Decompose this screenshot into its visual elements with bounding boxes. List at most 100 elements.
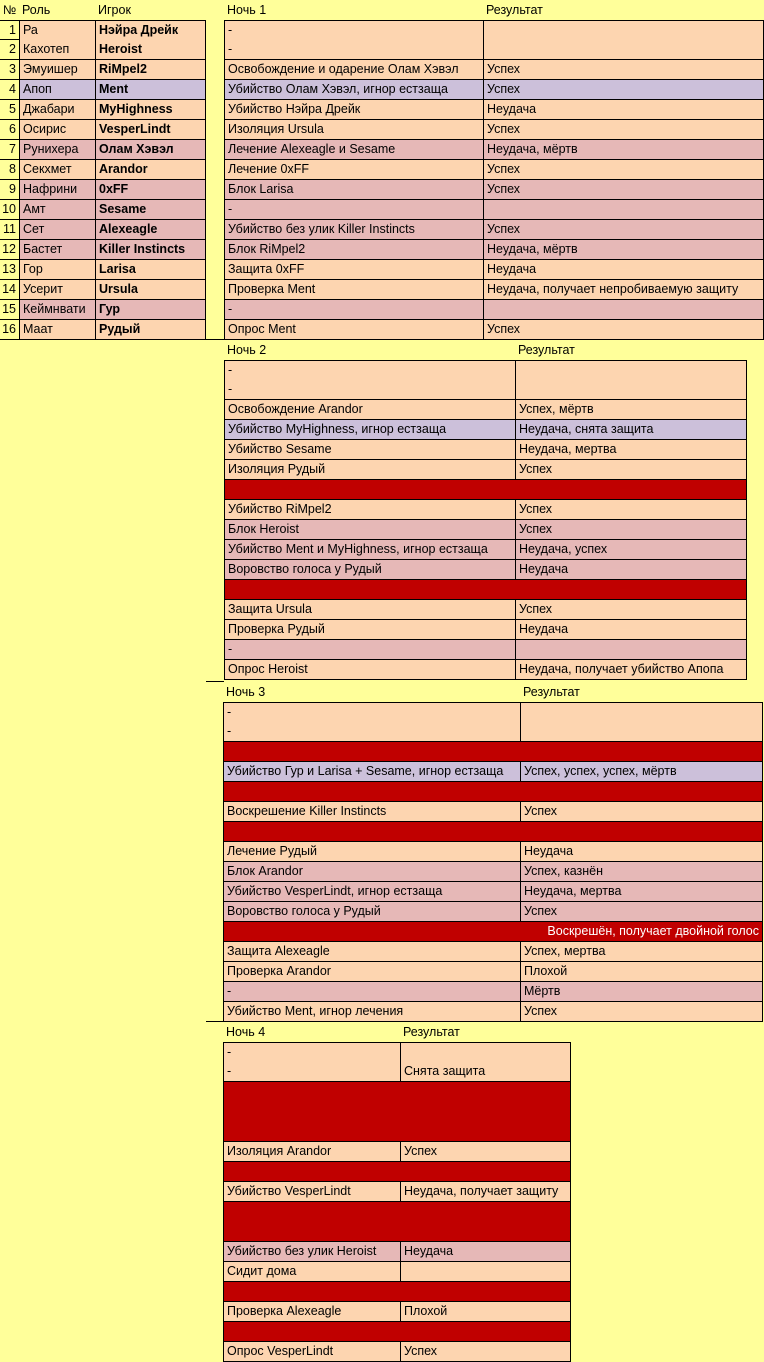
night-3-row: Проверка Arandor Плохой <box>223 962 763 982</box>
roster-num: 7 <box>9 142 16 156</box>
roster-row: 9 Нафрини 0xFF <box>0 180 206 200</box>
night-1-action: Блок RiMpel2 <box>224 240 483 259</box>
roster-role: Сет <box>19 220 95 239</box>
night-1-action: Убийство Олам Хэвэл, игнор естзаща <box>224 80 483 99</box>
roster-role: Кахотеп <box>19 40 95 59</box>
night-1-result: Неудача <box>483 260 764 279</box>
roster-num: 3 <box>9 62 16 76</box>
night-1-action: Освобождение и одарение Олам Хэвэл <box>224 60 483 79</box>
roster-role: Эмуишер <box>19 60 95 79</box>
night-3-result: Успех, казнён <box>520 862 763 881</box>
night-1-row: Убийство без улик Killer Instincts Успех <box>224 220 764 240</box>
night-2-action: - <box>224 640 515 659</box>
divider-night-3 <box>206 681 224 682</box>
roster-row: 7 Рунихера Олам Хэвэл <box>0 140 206 160</box>
night-1-action: Убийство Нэйра Дрейк <box>224 100 483 119</box>
night-2-result: Успех <box>515 520 747 539</box>
night-1-row: Блок Larisa Успех <box>224 180 764 200</box>
roster-role: Усерит <box>19 280 95 299</box>
roster-row: 2 Кахотеп Heroist <box>0 40 206 60</box>
night-1-row: Изоляция Ursula Успех <box>224 120 764 140</box>
roster-role: Гор <box>19 260 95 279</box>
night-3-action <box>223 922 520 941</box>
night-3-result <box>520 703 763 722</box>
night-1-action: Изоляция Ursula <box>224 120 483 139</box>
night-1-result: Успех <box>483 120 764 139</box>
night-4-result: Плохой <box>400 1302 571 1321</box>
night-2-action: Опрос Heroist <box>224 660 515 679</box>
night-2-row: Защита Ursula Успех <box>224 600 747 620</box>
night-2-action: Изоляция Рудый <box>224 460 515 479</box>
night-4-action <box>223 1202 400 1241</box>
night-2-result: Неудача, получает убийство Апопа <box>515 660 747 679</box>
roster-num: 8 <box>9 162 16 176</box>
night-3-action: Убийство Ment, игнор лечения <box>223 1002 520 1021</box>
roster-role: Ра <box>19 21 95 40</box>
night-4-action: - <box>223 1043 400 1062</box>
roster-role: Джабари <box>19 100 95 119</box>
roster-row: 13 Гор Larisa <box>0 260 206 280</box>
night-3-title: Ночь 3 <box>226 685 266 699</box>
night-1-row: - <box>224 40 764 60</box>
night-3-row: Защита Alexeagle Успех, мертва <box>223 942 763 962</box>
night-2-action: Проверка Рудый <box>224 620 515 639</box>
night-4-action: - <box>223 1062 400 1081</box>
night-2-title: Ночь 2 <box>227 343 267 357</box>
night-2-action: Защита Ursula <box>224 600 515 619</box>
night-3-result: Плохой <box>520 962 763 981</box>
roster-num: 4 <box>9 82 16 96</box>
night-2-row: Убийство Sesame Неудача, мертва <box>224 440 747 460</box>
night-2-row: Опрос Heroist Неудача, получает убийство … <box>224 660 747 680</box>
roster-header-player: Игрок <box>98 3 131 17</box>
night-1-result: Неудача, получает непробиваемую защиту <box>483 280 764 299</box>
night-3-action: Воскрешение Killer Instincts <box>223 802 520 821</box>
night-1-result: Успех <box>483 320 764 339</box>
night-1-action: - <box>224 21 483 40</box>
roster-player: VesperLindt <box>95 120 206 139</box>
roster-role: Бастет <box>19 240 95 259</box>
night-1-result: Неудача <box>483 100 764 119</box>
night-3-result: Успех <box>520 902 763 921</box>
night-3-result: Успех <box>520 802 763 821</box>
night-1-row: - <box>224 300 764 320</box>
night-1-result: Успех <box>483 80 764 99</box>
night-2-result <box>515 361 747 380</box>
night-3-row: - <box>223 722 763 742</box>
night-3-action: - <box>223 703 520 722</box>
night-4-row: - <box>223 1042 571 1062</box>
roster-num: 2 <box>9 42 16 56</box>
roster-num: 16 <box>2 322 16 336</box>
night-3-row: - Мёртв <box>223 982 763 1002</box>
night-3-result: Мёртв <box>520 982 763 1001</box>
roster-role: Секхмет <box>19 160 95 179</box>
night-1-result: Успех <box>483 60 764 79</box>
roster-player: Arandor <box>95 160 206 179</box>
roster-player: Гур <box>95 300 206 319</box>
roster-num: 15 <box>2 302 16 316</box>
divider-night-4 <box>206 1021 223 1022</box>
roster-row: 4 Апоп Ment <box>0 80 206 100</box>
night-3-row <box>223 742 763 762</box>
night-4-action: Убийство без улик Heroist <box>223 1242 400 1261</box>
night-3-action: Убийство VesperLindt, игнор естзаща <box>223 882 520 901</box>
night-4-row <box>223 1282 571 1302</box>
night-4-result <box>400 1082 571 1141</box>
night-4-result: Неудача, получает защиту <box>400 1182 571 1201</box>
night-3-action <box>223 782 520 801</box>
night-4-row <box>223 1202 571 1242</box>
night-1-result: Успех <box>483 160 764 179</box>
night-2-row <box>224 580 747 600</box>
roster-player: Killer Instincts <box>95 240 206 259</box>
night-1-title: Ночь 1 <box>227 3 267 17</box>
night-2-result: Успех <box>515 460 747 479</box>
roster-role: Апоп <box>19 80 95 99</box>
night-4-row <box>223 1082 571 1142</box>
night-3-row: Блок Arandor Успех, казнён <box>223 862 763 882</box>
night-3-result: Неудача, мертва <box>520 882 763 901</box>
night-4-result <box>400 1282 571 1301</box>
night-2-result: Неудача <box>515 620 747 639</box>
roster-num: 6 <box>9 122 16 136</box>
night-1-row: Лечение 0xFF Успех <box>224 160 764 180</box>
night-2-result: Неудача, мертва <box>515 440 747 459</box>
night-4-title: Ночь 4 <box>226 1025 266 1039</box>
